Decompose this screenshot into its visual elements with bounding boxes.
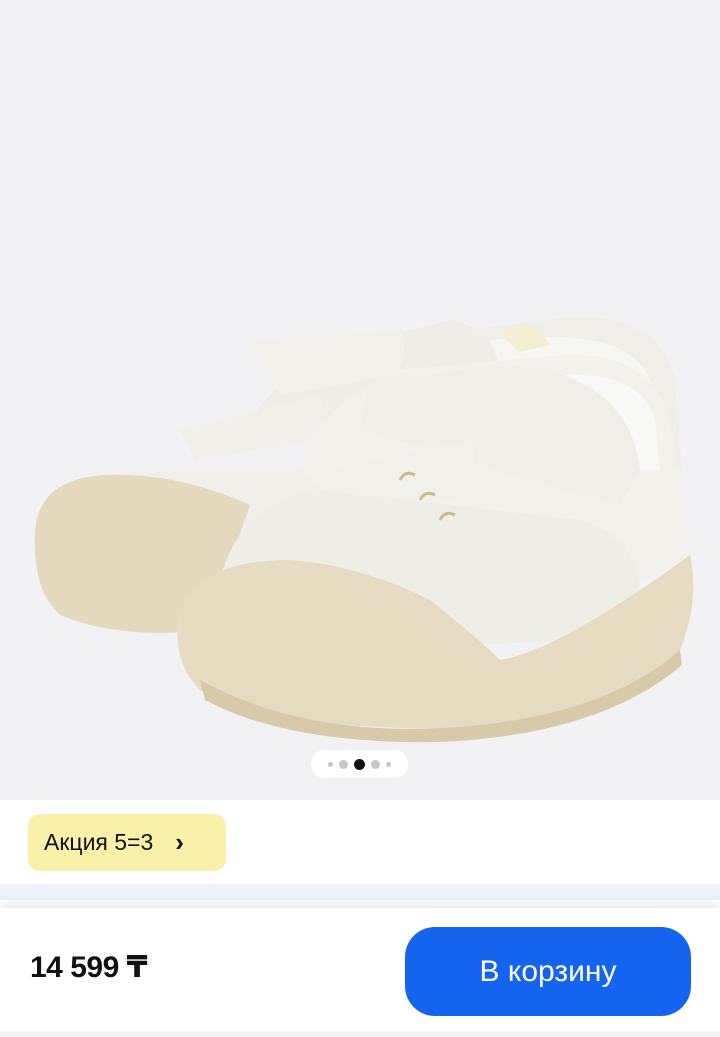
gallery-pagination bbox=[311, 750, 408, 778]
pagination-dot-active[interactable] bbox=[354, 758, 365, 770]
pagination-dot[interactable] bbox=[339, 759, 348, 769]
pagination-dot[interactable] bbox=[386, 761, 391, 767]
section-divider bbox=[0, 884, 720, 900]
promo-chip[interactable]: Акция 5=3 › bbox=[28, 814, 226, 871]
add-to-cart-button[interactable]: В корзину bbox=[405, 927, 691, 1016]
chevron-right-icon: › bbox=[175, 827, 184, 857]
pagination-dot[interactable] bbox=[371, 759, 380, 769]
home-indicator bbox=[0, 1031, 720, 1037]
pagination-dot[interactable] bbox=[328, 761, 333, 767]
promo-section: Акция 5=3 › bbox=[0, 800, 720, 884]
product-image[interactable] bbox=[0, 0, 720, 800]
product-price: 14 599 ₸ bbox=[30, 951, 147, 984]
purchase-bar: 14 599 ₸ В корзину bbox=[0, 908, 720, 1037]
product-gallery[interactable] bbox=[0, 0, 720, 800]
promo-label: Акция 5=3 bbox=[44, 829, 154, 855]
